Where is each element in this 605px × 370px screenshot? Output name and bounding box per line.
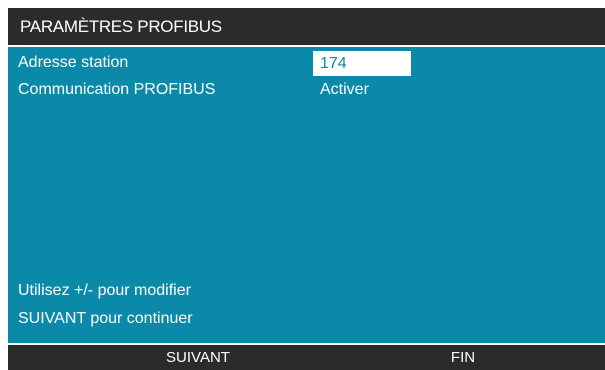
softkey-bar: SUIVANT FIN <box>8 345 605 370</box>
next-softkey[interactable]: SUIVANT <box>98 345 298 370</box>
profibus-communication-label: Communication PROFIBUS <box>18 81 216 98</box>
title-divider <box>8 45 605 47</box>
end-softkey[interactable]: FIN <box>363 345 563 370</box>
screen-title: PARAMÈTRES PROFIBUS <box>8 8 605 45</box>
station-address-label: Adresse station <box>18 54 129 71</box>
station-address-input[interactable]: 174 <box>313 51 411 76</box>
profibus-communication-value[interactable]: Activer <box>320 78 369 102</box>
hint-continue: SUIVANT pour continuer <box>18 310 193 327</box>
hint-modify: Utilisez +/- pour modifier <box>18 282 191 299</box>
profibus-settings-screen: PARAMÈTRES PROFIBUS Adresse station 174 … <box>8 8 605 370</box>
